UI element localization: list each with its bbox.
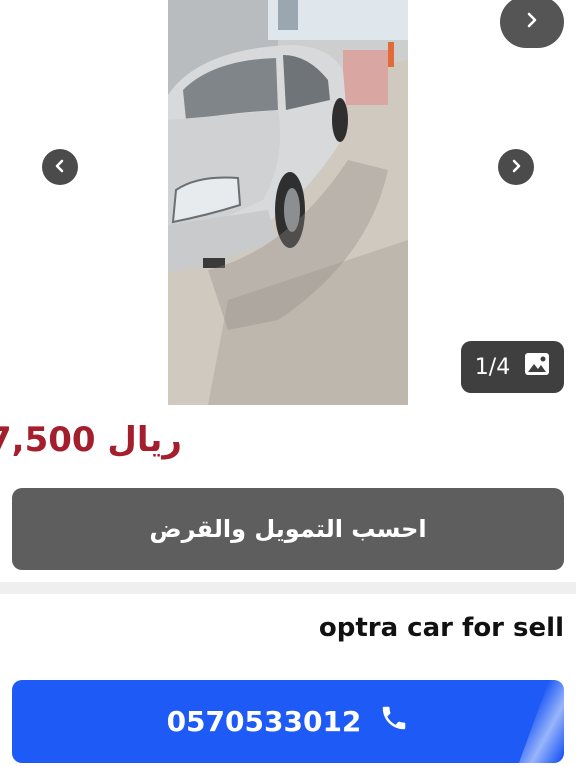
finance-calculator-button[interactable]: احسب التمويل والقرض xyxy=(12,488,564,570)
image-gallery[interactable]: 1/4 xyxy=(0,0,576,405)
finance-calculator-label: احسب التمويل والقرض xyxy=(149,515,427,543)
car-photo[interactable] xyxy=(168,0,408,405)
listing-title: optra car for sell xyxy=(318,613,564,643)
call-button[interactable]: 0570533012 xyxy=(12,680,564,763)
previous-image-button[interactable] xyxy=(42,149,78,185)
phone-icon xyxy=(379,703,409,740)
phone-number: 0570533012 xyxy=(166,705,362,738)
price-currency: ريال xyxy=(107,420,182,460)
price-amount: 7,500 xyxy=(0,420,96,460)
next-image-top-button[interactable] xyxy=(500,0,564,48)
image-icon xyxy=(524,352,550,382)
button-shine xyxy=(518,680,564,763)
image-counter-label: 1/4 xyxy=(474,354,511,380)
section-divider xyxy=(0,582,576,594)
price: ريال 7,500 xyxy=(0,420,182,460)
image-counter[interactable]: 1/4 xyxy=(461,341,564,393)
next-image-button[interactable] xyxy=(498,149,534,185)
chevron-right-icon xyxy=(509,158,523,177)
chevron-right-icon xyxy=(524,12,540,32)
chevron-left-icon xyxy=(53,158,67,177)
